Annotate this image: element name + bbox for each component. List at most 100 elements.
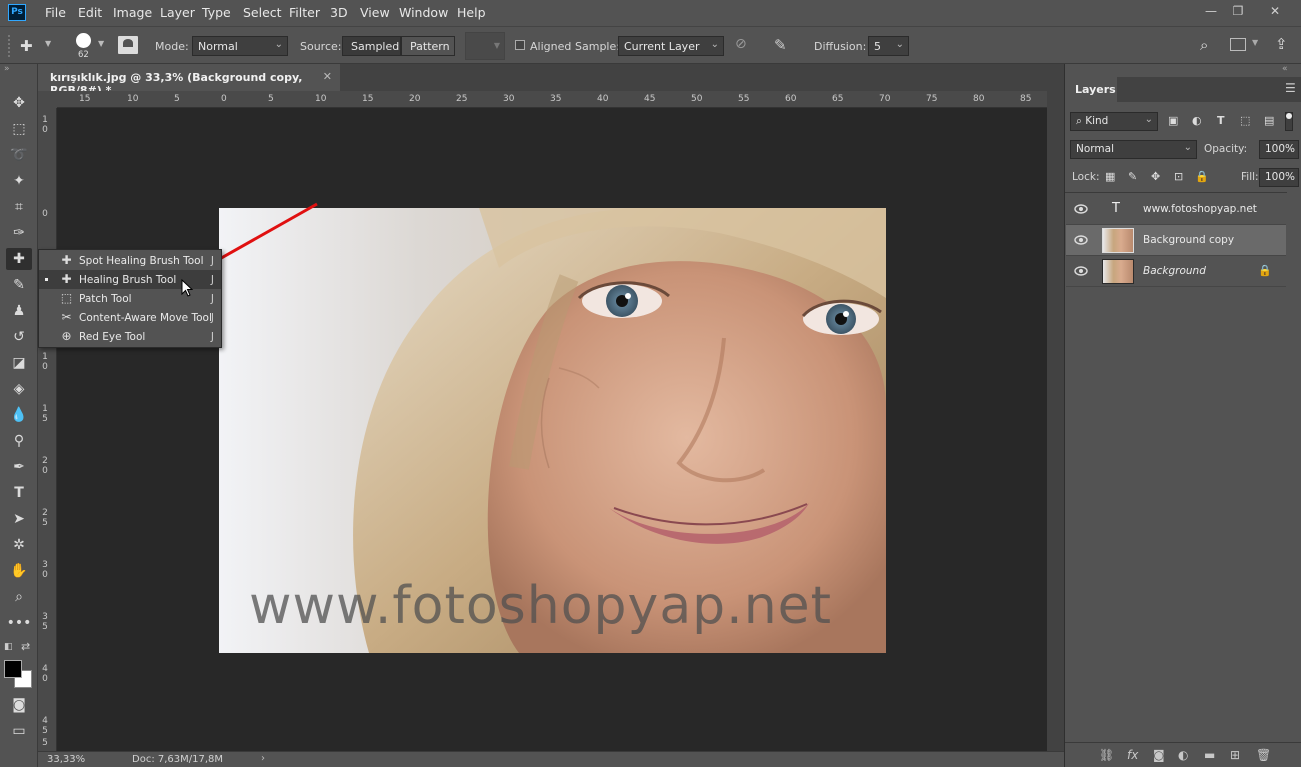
vertical-scrollbar[interactable] (1047, 91, 1064, 751)
visibility-eye-icon[interactable] (1074, 234, 1088, 246)
document-tab[interactable]: kırışıklık.jpg @ 33,3% (Background copy,… (38, 64, 340, 97)
menu-filter[interactable]: Filter (289, 5, 320, 20)
menu-window[interactable]: Window (399, 5, 448, 20)
visibility-eye-icon[interactable] (1074, 265, 1088, 277)
close-window-button[interactable]: ✕ (1263, 4, 1287, 20)
collapse-toolbar-icon[interactable]: » (4, 64, 10, 74)
filter-adjustment-icon[interactable]: ◐ (1192, 114, 1202, 127)
adjustment-layer-icon[interactable]: ◐ (1178, 748, 1188, 762)
flyout-item-red-eye[interactable]: ⊕ Red Eye Tool J (39, 327, 221, 346)
menu-help[interactable]: Help (457, 5, 486, 20)
link-layers-icon[interactable]: ⛓ (1099, 748, 1114, 762)
canvas-area[interactable]: www.fotoshopyap.net (57, 108, 1047, 751)
menu-type[interactable]: Type (202, 5, 231, 20)
layer-style-icon[interactable]: fx (1127, 748, 1138, 762)
foreground-color-swatch[interactable] (4, 660, 22, 678)
eraser-tool-icon[interactable]: ◪ (6, 352, 32, 374)
tab-layers[interactable]: Layers (1065, 77, 1117, 102)
menu-select[interactable]: Select (243, 5, 282, 20)
new-layer-icon[interactable]: ⊞ (1230, 748, 1240, 762)
move-tool-icon[interactable]: ✥ (6, 92, 32, 114)
source-sampled-button[interactable]: Sampled (342, 36, 401, 56)
source-pattern-button[interactable]: Pattern (401, 36, 455, 56)
paint-bucket-tool-icon[interactable]: ◈ (6, 378, 32, 400)
search-icon[interactable]: ⌕ (1200, 36, 1208, 54)
type-tool-icon[interactable]: T (6, 482, 32, 504)
vertical-ruler[interactable]: 1 0 0 5 1 0 1 5 2 0 2 5 3 0 3 5 4 0 4 5 … (38, 108, 57, 751)
ruler-origin[interactable] (38, 91, 57, 108)
chevron-down-icon[interactable]: ▼ (1252, 38, 1258, 47)
filter-toggle[interactable] (1285, 112, 1293, 131)
layer-row[interactable]: Background copy (1066, 225, 1286, 256)
workspace-icon[interactable] (1230, 38, 1246, 51)
layer-row[interactable]: T www.fotoshopyap.net (1066, 194, 1286, 225)
filter-type-icon[interactable]: T (1217, 114, 1225, 127)
more-tools-icon[interactable]: ••• (6, 612, 32, 634)
new-group-icon[interactable]: ▬ (1204, 748, 1215, 762)
brush-tool-icon[interactable]: ✎ (6, 274, 32, 296)
history-brush-tool-icon[interactable]: ↺ (6, 326, 32, 348)
chevron-down-icon[interactable]: ⌄ (1287, 170, 1295, 181)
filter-pixel-icon[interactable]: ▣ (1168, 114, 1178, 127)
menu-3d[interactable]: 3D (330, 5, 348, 20)
menu-view[interactable]: View (360, 5, 390, 20)
menu-layer[interactable]: Layer (160, 5, 195, 20)
lock-icon[interactable]: 🔒 (1258, 264, 1272, 277)
menu-image[interactable]: Image (113, 5, 152, 20)
chevron-down-icon[interactable]: ⌄ (1287, 142, 1295, 153)
brush-settings-icon[interactable] (118, 36, 138, 54)
magic-wand-tool-icon[interactable]: ✦ (6, 170, 32, 192)
chevron-down-icon[interactable]: ▼ (45, 39, 51, 48)
menu-file[interactable]: File (45, 5, 66, 20)
ignore-adjustment-layers-icon[interactable]: ⊘ (735, 36, 747, 52)
brush-size-picker[interactable]: 62 (67, 31, 101, 63)
chevron-right-icon[interactable]: › (261, 753, 265, 764)
visibility-eye-icon[interactable] (1074, 203, 1088, 215)
filter-kind-dropdown[interactable]: ⌕ Kind ⌄ (1070, 112, 1158, 131)
diffusion-dropdown[interactable]: 5 ⌄ (868, 36, 909, 56)
lock-artboard-icon[interactable]: ⊡ (1174, 170, 1183, 183)
mode-dropdown[interactable]: Normal ⌄ (192, 36, 288, 56)
layer-row[interactable]: Background 🔒 (1066, 256, 1286, 287)
lock-transparent-pixels-icon[interactable]: ▦ (1105, 170, 1115, 183)
filter-smart-object-icon[interactable]: ▤ (1264, 114, 1274, 127)
close-icon[interactable]: ✕ (323, 70, 332, 83)
delete-layer-icon[interactable]: 🗑 (1256, 748, 1271, 762)
path-selection-tool-icon[interactable]: ➤ (6, 508, 32, 530)
hand-tool-icon[interactable]: ✋ (6, 560, 32, 582)
chevron-down-icon[interactable]: ▼ (98, 39, 104, 48)
swap-colors-icon[interactable]: ⇄ (21, 640, 30, 653)
layer-name[interactable]: www.fotoshopyap.net (1143, 203, 1257, 215)
panel-menu-icon[interactable]: ☰ (1285, 81, 1296, 95)
add-mask-icon[interactable]: ◙ (1153, 748, 1165, 762)
screen-mode-icon[interactable]: ▭ (6, 720, 32, 742)
filter-shape-icon[interactable]: ⬚ (1240, 114, 1250, 127)
eyedropper-tool-icon[interactable]: ✑ (6, 222, 32, 244)
quick-mask-icon[interactable]: ◙ (6, 694, 32, 716)
horizontal-ruler[interactable]: 15 10 5 0 5 10 15 20 25 30 35 40 45 50 5… (57, 91, 1047, 108)
minimize-button[interactable]: — (1199, 4, 1223, 20)
aligned-checkbox[interactable] (515, 40, 525, 50)
dodge-tool-icon[interactable]: ⚲ (6, 430, 32, 452)
marquee-tool-icon[interactable]: ⬚ (6, 118, 32, 140)
clone-stamp-tool-icon[interactable]: ♟ (6, 300, 32, 322)
lock-image-pixels-icon[interactable]: ✎ (1128, 170, 1137, 183)
healing-brush-tool-icon[interactable]: ✚ (6, 248, 32, 270)
lasso-tool-icon[interactable]: ➰ (6, 144, 32, 166)
blend-mode-dropdown[interactable]: Normal ⌄ (1070, 140, 1197, 159)
pressure-size-icon[interactable]: ✎ (774, 36, 787, 54)
menu-edit[interactable]: Edit (78, 5, 102, 20)
crop-tool-icon[interactable]: ⌗ (6, 196, 32, 218)
pattern-picker[interactable]: ▼ (465, 32, 505, 60)
blur-tool-icon[interactable]: 💧 (6, 404, 32, 426)
zoom-tool-icon[interactable]: ⌕ (6, 586, 32, 608)
lock-all-icon[interactable]: 🔒 (1195, 170, 1209, 183)
zoom-level[interactable]: 33,33% (47, 754, 85, 765)
pen-tool-icon[interactable]: ✒ (6, 456, 32, 478)
healing-brush-tool-preset-icon[interactable]: ✚ (20, 37, 42, 55)
custom-shape-tool-icon[interactable]: ✲ (6, 534, 32, 556)
flyout-item-spot-healing[interactable]: ✚ Spot Healing Brush Tool J (39, 251, 221, 270)
lock-position-icon[interactable]: ✥ (1151, 170, 1160, 183)
layer-name[interactable]: Background (1143, 265, 1206, 277)
layer-name[interactable]: Background copy (1143, 234, 1234, 246)
